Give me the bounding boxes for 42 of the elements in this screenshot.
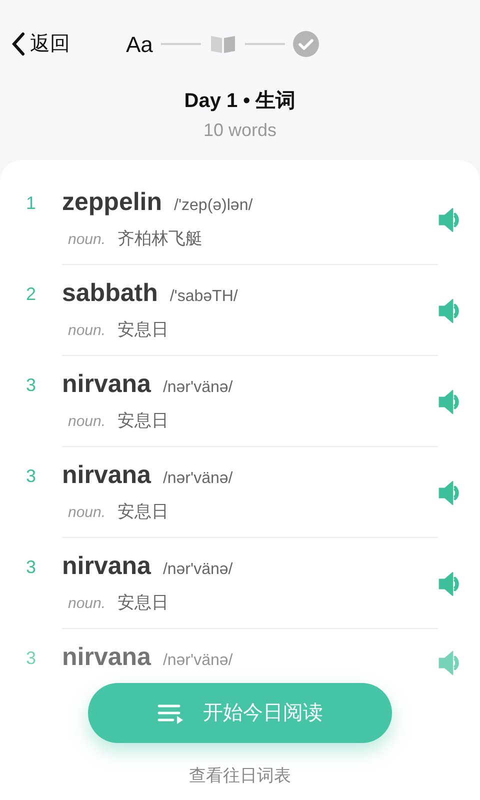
part-of-speech: noun. [68, 320, 106, 340]
word-row[interactable]: 2 sabbath /'sabəTH/ noun. 安息日 [0, 265, 480, 356]
word-row[interactable]: 3 nirvana /nər'vänə/ noun. 安息日 [0, 447, 480, 538]
phonetic: /nər'vänə/ [162, 651, 233, 671]
word-row[interactable]: 3 nirvana /nər'vänə/ [0, 629, 480, 675]
check-circle-icon[interactable] [292, 31, 319, 57]
word-count: 10 words [203, 119, 277, 142]
word: nirvana [62, 460, 151, 491]
phonetic: /nər'vänə/ [162, 469, 233, 489]
word-number: 1 [24, 192, 37, 215]
phonetic: /nər'vänə/ [162, 560, 233, 580]
word: zeppelin [62, 187, 162, 218]
phonetic: /'sabəTH/ [170, 287, 238, 307]
word-row[interactable]: 3 nirvana /nər'vänə/ noun. 安息日 [0, 538, 480, 629]
definition: 齐柏林飞艇 [118, 228, 203, 250]
definition: 安息日 [118, 410, 169, 432]
part-of-speech: noun. [68, 594, 106, 614]
word-number: 2 [24, 283, 37, 306]
history-link[interactable]: 查看往日词表 [189, 762, 291, 788]
word-number: 3 [24, 465, 37, 488]
definition: 安息日 [118, 592, 169, 614]
word: nirvana [62, 551, 151, 582]
phonetic: /nər'vänə/ [162, 378, 233, 398]
word-number: 3 [24, 647, 37, 670]
part-of-speech: noun. [68, 502, 106, 522]
word-number: 3 [24, 556, 37, 579]
part-of-speech: noun. [68, 412, 106, 432]
book-icon[interactable] [208, 33, 237, 55]
word: nirvana [62, 642, 151, 673]
page-title: Day 1 • 生词 [184, 89, 296, 114]
back-button[interactable]: 返回 [10, 29, 70, 59]
word-row[interactable]: 3 nirvana /nər'vänə/ noun. 安息日 [0, 356, 480, 447]
phonetic: /'zep(ə)lən/ [174, 196, 253, 216]
font-size-step[interactable]: Aa [126, 28, 153, 60]
word-row[interactable]: 1 zeppelin /'zep(ə)lən/ noun. 齐柏林飞艇 [0, 174, 480, 265]
definition: 安息日 [118, 500, 169, 522]
part-of-speech: noun. [68, 230, 106, 250]
word: sabbath [62, 278, 158, 309]
definition: 安息日 [118, 318, 169, 340]
back-chevron-icon [10, 31, 26, 57]
word: nirvana [62, 369, 151, 400]
word-number: 3 [24, 374, 37, 397]
